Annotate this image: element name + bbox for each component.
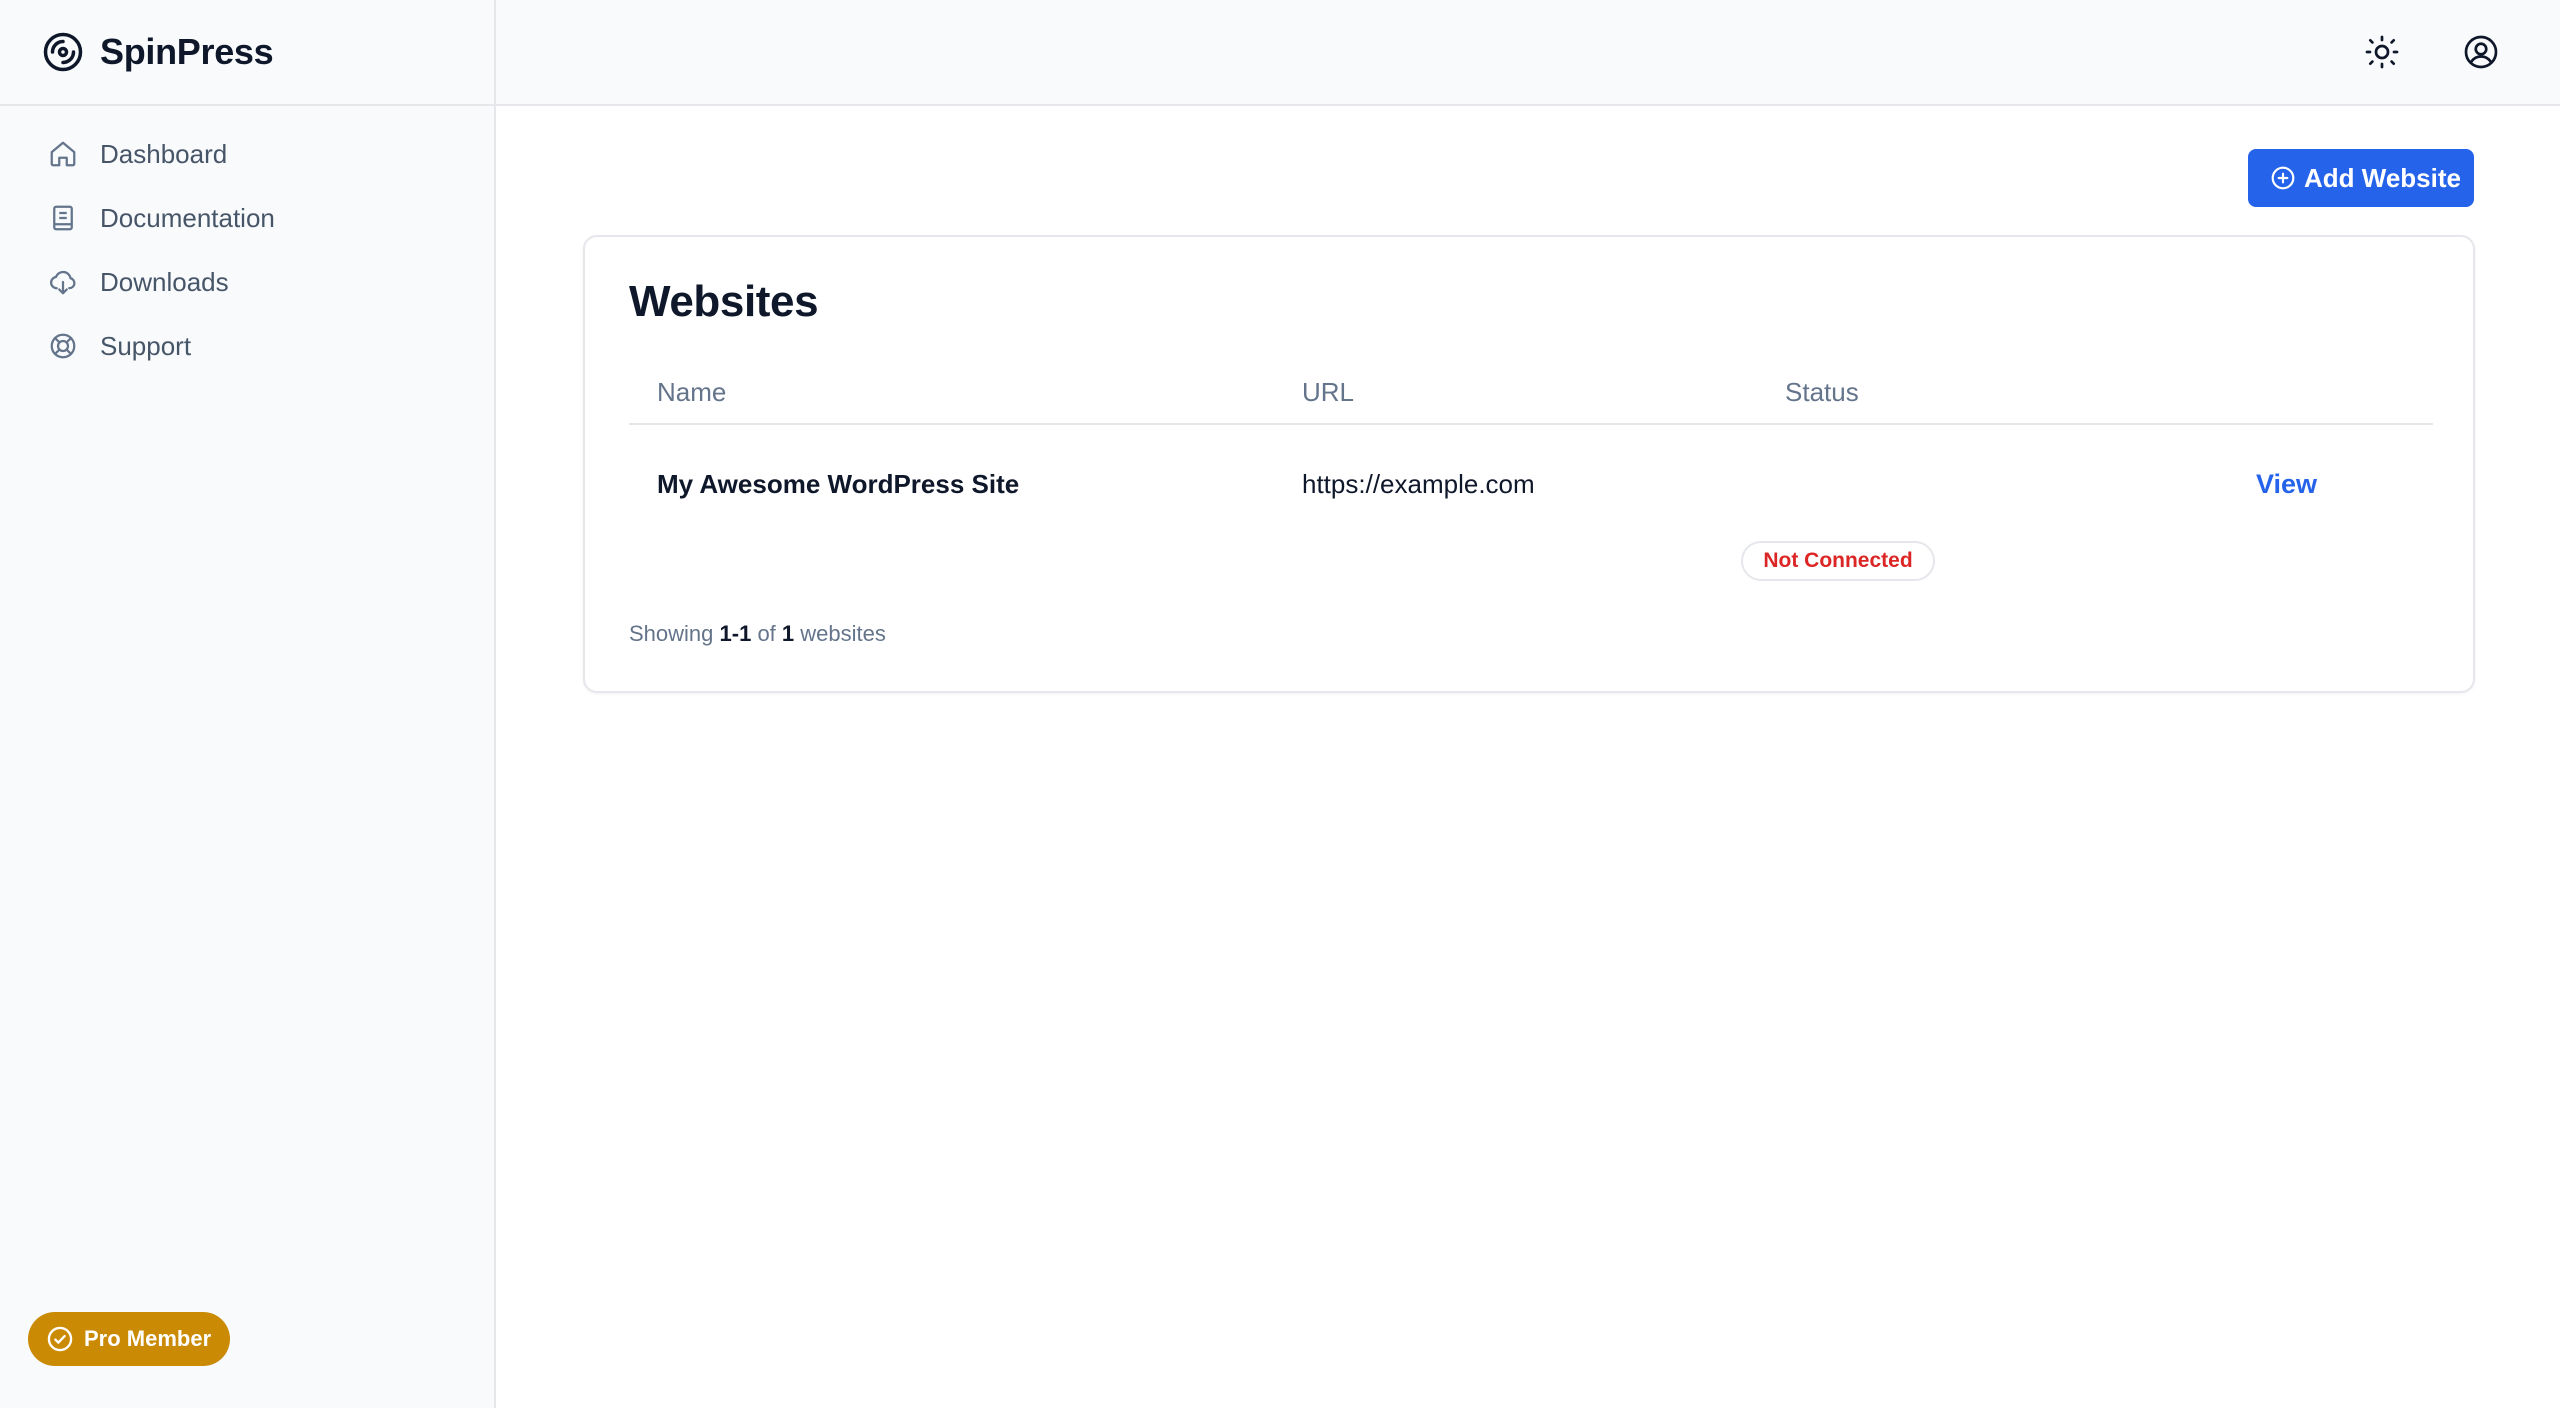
sun-icon [2365, 35, 2399, 69]
add-website-button[interactable]: Add Website [2248, 149, 2474, 207]
sidebar-item-documentation[interactable]: Documentation [0, 186, 494, 250]
site-url: https://example.com [1302, 469, 1535, 499]
table-row: My Awesome WordPress Site https://exampl… [629, 425, 2433, 553]
sidebar-item-label: Documentation [100, 202, 275, 233]
pagination-of: of [757, 621, 776, 646]
lifebuoy-icon [50, 333, 76, 359]
sidebar-item-dashboard[interactable]: Dashboard [0, 122, 494, 186]
add-website-label: Add Website [2304, 162, 2461, 193]
pro-member-badge[interactable]: Pro Member [28, 1312, 230, 1366]
sidebar-item-label: Dashboard [100, 138, 228, 169]
topbar [496, 0, 2560, 106]
pagination-range: 1-1 [719, 621, 752, 646]
disc-icon [43, 32, 83, 72]
pro-member-label: Pro Member [84, 1326, 212, 1351]
plus-circle-icon [2271, 166, 2295, 190]
sidebar-item-downloads[interactable]: Downloads [0, 250, 494, 314]
check-circle-icon [47, 1326, 73, 1352]
pagination-suffix: websites [800, 621, 886, 646]
home-icon [50, 141, 76, 167]
table-header: Name URL Status [629, 357, 2433, 425]
sidebar-item-label: Downloads [100, 266, 229, 297]
column-header-status: Status [1785, 377, 1859, 407]
websites-card: Websites Name URL Status My Awesome Word… [583, 235, 2475, 693]
status-badge: Not Connected [1741, 541, 1935, 581]
sidebar-item-label: Support [100, 330, 192, 361]
sidebar-item-support[interactable]: Support [0, 314, 494, 378]
column-header-name: Name [657, 377, 727, 407]
column-header-url: URL [1302, 377, 1355, 407]
view-link[interactable]: View [2256, 469, 2317, 500]
pagination-prefix: Showing [629, 621, 714, 646]
page-title: Websites [629, 277, 819, 326]
sidebar-nav: Dashboard Documentation Downloads Suppor… [0, 122, 494, 378]
cloud-download-icon [50, 270, 76, 295]
site-name: My Awesome WordPress Site [657, 469, 1020, 499]
pagination-summary: Showing 1-1 of 1 websites [629, 621, 886, 647]
brand-name: SpinPress [100, 31, 274, 72]
app-root: SpinPress Dashboard Documentation Downlo… [0, 0, 2560, 1408]
user-circle-icon [2464, 35, 2498, 69]
sidebar: SpinPress Dashboard Documentation Downlo… [0, 0, 496, 1408]
pagination-total: 1 [781, 621, 795, 646]
brand[interactable]: SpinPress [0, 0, 494, 106]
book-icon [53, 205, 73, 231]
theme-toggle-button[interactable] [2354, 24, 2410, 80]
account-button[interactable] [2453, 24, 2509, 80]
